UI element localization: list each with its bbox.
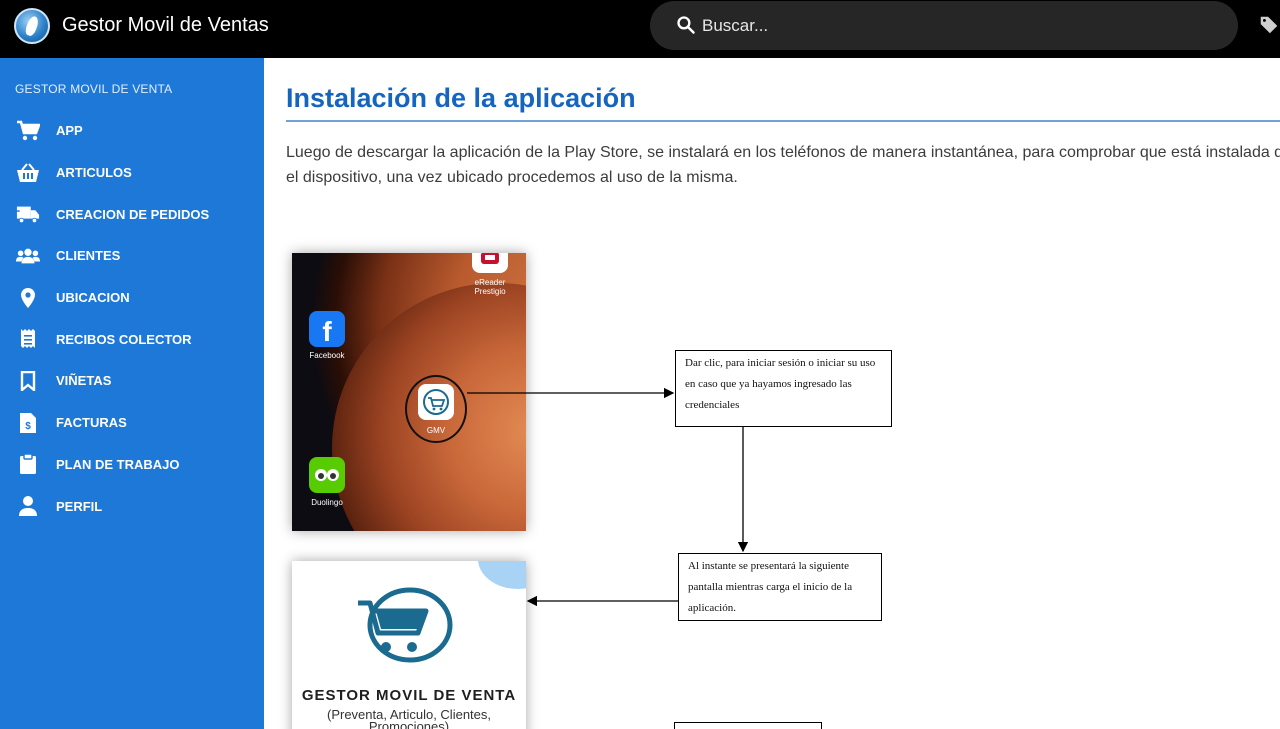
sidebar-heading: GESTOR MOVIL DE VENTA (15, 82, 173, 96)
cart-icon (16, 120, 40, 142)
sidebar-nav: APP ARTICULOS CREACION DE PEDIDOS CLIENT… (0, 110, 264, 527)
sidebar-item-ubicacion[interactable]: UBICACION (0, 277, 264, 319)
sidebar-item-perfil[interactable]: PERFIL (0, 485, 264, 527)
users-icon (16, 245, 40, 267)
annotation-note: Al instante se presentará la siguiente p… (678, 553, 882, 621)
receipt-icon (16, 328, 40, 350)
sidebar-item-label: VIÑETAS (56, 373, 112, 389)
app-title[interactable]: Gestor Movil de Ventas (62, 14, 269, 37)
splash-subtitle: (Preventa, Articulo, Clientes, Promocion… (326, 707, 492, 729)
sidebar-item-articulos[interactable]: ARTICULOS (0, 152, 264, 194)
splash-title: GESTOR MOVIL DE VENTA (301, 687, 517, 704)
duolingo-label: Duolingo (311, 498, 343, 507)
facebook-label: Facebook (309, 351, 345, 360)
sidebar-item-recibos-colector[interactable]: RECIBOS COLECTOR (0, 318, 264, 360)
title-divider (286, 120, 1280, 122)
tag-icon[interactable] (1258, 14, 1280, 36)
sidebar-item-plan-de-trabajo[interactable]: PLAN DE TRABAJO (0, 444, 264, 486)
user-icon (16, 495, 40, 517)
map-pin-icon (16, 287, 40, 309)
annotation-note (674, 722, 822, 729)
sidebar-item-clientes[interactable]: CLIENTES (0, 235, 264, 277)
intro-paragraph: Luego de descargar la aplicación de la P… (286, 144, 1280, 186)
phone-home-screenshot: eReader Prestigio f Facebook GMV Duoling… (292, 253, 526, 531)
gmv-logo-icon (358, 587, 453, 663)
sidebar-item-label: UBICACION (56, 290, 130, 306)
sidebar-item-creacion-de-pedidos[interactable]: CREACION DE PEDIDOS (0, 193, 264, 235)
sidebar-item-label: RECIBOS COLECTOR (56, 331, 192, 347)
ereader-label: eReader Prestigio (474, 278, 506, 296)
facebook-app-icon: f (309, 311, 345, 347)
bookmark-icon (16, 370, 40, 392)
top-bar: Gestor Movil de Ventas (0, 0, 1280, 58)
sidebar-item-label: PLAN DE TRABAJO (56, 456, 180, 472)
sidebar: GESTOR MOVIL DE VENTA APP ARTICULOS CREA… (0, 58, 264, 729)
sidebar-item-label: APP (56, 123, 83, 139)
clipboard-icon (16, 453, 40, 475)
search-icon (677, 16, 695, 34)
splash-decoration (478, 561, 526, 589)
page-title: Instalación de la aplicación (286, 83, 636, 113)
search-input[interactable] (702, 13, 1202, 39)
main-content: Instalación de la aplicación Luego de de… (264, 58, 1280, 729)
invoice-icon: $ (16, 412, 40, 434)
sidebar-item-label: CREACION DE PEDIDOS (56, 206, 210, 222)
gmv-app-icon (418, 384, 454, 420)
duolingo-app-icon (309, 457, 345, 493)
sidebar-item-vinetas[interactable]: VIÑETAS (0, 360, 264, 402)
ereader-app-icon (472, 253, 508, 273)
sidebar-item-app[interactable]: APP (0, 110, 264, 152)
sidebar-item-label: ARTICULOS (56, 165, 132, 181)
sidebar-item-label: FACTURAS (56, 415, 127, 431)
splash-screenshot: GESTOR MOVIL DE VENTA (Preventa, Articul… (292, 561, 526, 729)
sidebar-item-label: CLIENTES (56, 248, 121, 264)
basket-icon (16, 162, 40, 184)
search-bar[interactable] (650, 1, 1238, 50)
svg-text:$: $ (25, 421, 31, 432)
sidebar-item-label: PERFIL (56, 498, 103, 514)
gmv-label: GMV (426, 426, 446, 435)
sidebar-item-facturas[interactable]: $ FACTURAS (0, 402, 264, 444)
truck-icon (16, 203, 40, 225)
annotation-note: Dar clic, para iniciar sesión o iniciar … (675, 350, 892, 427)
app-logo-icon[interactable] (14, 8, 50, 44)
